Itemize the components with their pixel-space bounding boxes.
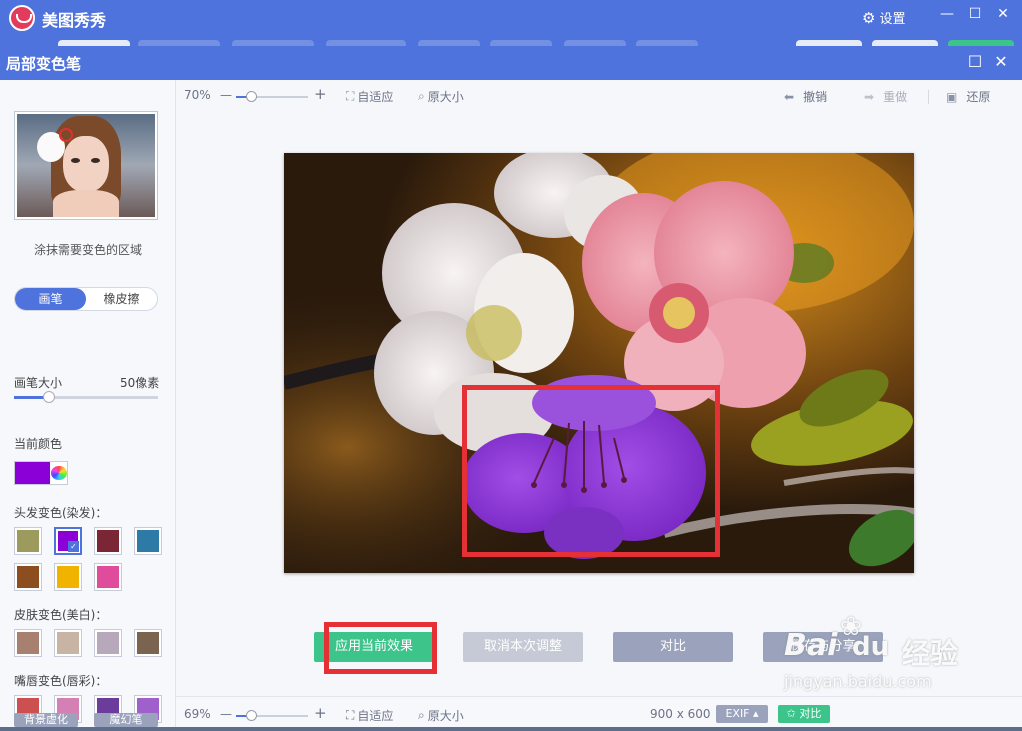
arrow-left-icon: ⬅ bbox=[784, 89, 795, 104]
dialog-titlebar: 局部变色笔 ☐ ✕ bbox=[0, 46, 1022, 80]
status-zoom-slider[interactable] bbox=[236, 710, 308, 721]
brush-size-label: 画笔大小 bbox=[14, 376, 63, 390]
lip-color-label: 嘴唇变色(唇彩)： bbox=[14, 674, 108, 688]
zoom-in-button[interactable]: + bbox=[314, 85, 327, 103]
exif-button[interactable]: EXIF ▴ bbox=[716, 705, 768, 723]
gear-icon: ⚙ bbox=[862, 8, 876, 27]
original-size-button[interactable]: ⌕ 原大小 bbox=[418, 88, 464, 105]
tab-brush[interactable]: 画笔 bbox=[15, 288, 86, 310]
maximize-button[interactable]: ☐ bbox=[964, 6, 986, 22]
hair-color-swatch[interactable] bbox=[94, 563, 122, 591]
fit-icon: ⛶ bbox=[346, 708, 355, 722]
image-icon: ▣ bbox=[946, 89, 958, 104]
magnifier-icon: ⌕ bbox=[418, 708, 425, 722]
magic-pen-button[interactable]: 魔幻笔 bbox=[94, 713, 158, 727]
preview-thumbnail bbox=[14, 111, 158, 220]
zoom-percent: 70% bbox=[184, 88, 211, 102]
hair-color-swatch[interactable] bbox=[94, 527, 122, 555]
left-panel: 涂抹需要变色的区域 画笔 橡皮擦 画笔大小 50像素 当前颜色 头发变色(染发)… bbox=[0, 80, 176, 731]
highlight-box bbox=[462, 385, 720, 557]
skin-color-swatch[interactable] bbox=[14, 629, 42, 657]
brush-size-value: 50像素 bbox=[120, 376, 160, 390]
magnifier-icon: ⌕ bbox=[418, 89, 425, 103]
status-zoom-out-button[interactable]: — bbox=[220, 707, 232, 721]
dialog-close-button[interactable]: ✕ bbox=[990, 52, 1012, 71]
settings-button[interactable]: ⚙ 设置 bbox=[862, 8, 906, 28]
status-fit-button[interactable]: ⛶ 自适应 bbox=[346, 707, 393, 724]
hair-color-swatch[interactable] bbox=[54, 563, 82, 591]
zoom-out-button[interactable]: — bbox=[220, 88, 232, 102]
redo-button[interactable]: ➡ 重做 bbox=[864, 88, 907, 105]
hair-color-label: 头发变色(染发)： bbox=[14, 506, 108, 520]
brush-size-slider[interactable] bbox=[14, 391, 158, 403]
fit-button[interactable]: ⛶ 自适应 bbox=[346, 88, 393, 105]
star-icon: ✩ bbox=[786, 707, 796, 720]
restore-button[interactable]: ▣ 还原 bbox=[946, 88, 990, 105]
apply-highlight-box bbox=[324, 622, 437, 674]
hair-color-swatch[interactable] bbox=[14, 563, 42, 591]
app-name: 美图秀秀 bbox=[42, 11, 107, 30]
check-icon: ✓ bbox=[68, 541, 79, 552]
status-bar: 69% — + ⛶ 自适应 ⌕ 原大小 900 x 600 EXIF ▴ ✩ 对… bbox=[176, 696, 1022, 731]
status-original-size-button[interactable]: ⌕ 原大小 bbox=[418, 707, 464, 724]
preview-image bbox=[17, 114, 155, 217]
status-zoom-percent: 69% bbox=[184, 707, 211, 721]
tool-toggle: 画笔 橡皮擦 bbox=[14, 287, 158, 311]
save-share-button[interactable]: 保存与分享 bbox=[763, 632, 883, 662]
hair-color-swatch[interactable] bbox=[134, 527, 162, 555]
hair-color-swatch[interactable]: ✓ bbox=[54, 527, 82, 555]
slider-handle[interactable] bbox=[42, 391, 55, 403]
dialog-title: 局部变色笔 bbox=[6, 55, 82, 73]
zoom-slider[interactable] bbox=[236, 91, 308, 102]
app-titlebar: 美图秀秀 ⚙ 设置 — ☐ ✕ bbox=[0, 0, 1022, 46]
status-zoom-in-button[interactable]: + bbox=[314, 704, 327, 722]
taskbar-strip bbox=[0, 727, 1022, 731]
current-color-label: 当前颜色 bbox=[14, 437, 63, 451]
image-dimensions: 900 x 600 bbox=[650, 707, 711, 721]
brush-hint: 涂抹需要变色的区域 bbox=[33, 243, 142, 257]
dialog-maximize-button[interactable]: ☐ bbox=[964, 52, 986, 71]
cancel-adjustment-button[interactable]: 取消本次调整 bbox=[463, 632, 583, 662]
color-wheel-icon[interactable] bbox=[51, 466, 67, 480]
current-color-swatch bbox=[15, 462, 51, 484]
current-color-picker[interactable] bbox=[14, 461, 68, 485]
minimize-button[interactable]: — bbox=[936, 6, 958, 22]
undo-button[interactable]: ⬅ 撤销 bbox=[784, 88, 827, 105]
compare-button[interactable]: 对比 bbox=[613, 632, 733, 662]
close-button[interactable]: ✕ bbox=[992, 6, 1014, 22]
fit-icon: ⛶ bbox=[346, 89, 355, 103]
status-compare-button[interactable]: ✩ 对比 bbox=[778, 705, 830, 723]
skin-color-swatch[interactable] bbox=[134, 629, 162, 657]
status-zoom-handle[interactable] bbox=[246, 710, 257, 721]
tab-eraser[interactable]: 橡皮擦 bbox=[86, 288, 157, 310]
arrow-right-icon: ➡ bbox=[864, 89, 875, 104]
partial-recolor-dialog: 局部变色笔 ☐ ✕ 涂抹需要变色的区域 画笔 橡皮擦 画笔大小 50像素 当前颜… bbox=[0, 46, 1022, 731]
background-blur-button[interactable]: 背景虚化 bbox=[14, 713, 78, 727]
hair-color-swatch[interactable] bbox=[14, 527, 42, 555]
meitu-logo-icon bbox=[9, 5, 35, 31]
settings-label: 设置 bbox=[879, 12, 906, 27]
zoom-handle[interactable] bbox=[246, 91, 257, 102]
skin-color-label: 皮肤变色(美白)： bbox=[14, 608, 108, 622]
skin-color-swatch[interactable] bbox=[54, 629, 82, 657]
skin-color-swatch[interactable] bbox=[94, 629, 122, 657]
canvas-toolbar: 70% — + ⛶ 自适应 ⌕ 原大小 ⬅ 撤销 ➡ 重做 ▣ 还原 bbox=[176, 80, 1022, 112]
brush-cursor-icon bbox=[59, 128, 73, 142]
